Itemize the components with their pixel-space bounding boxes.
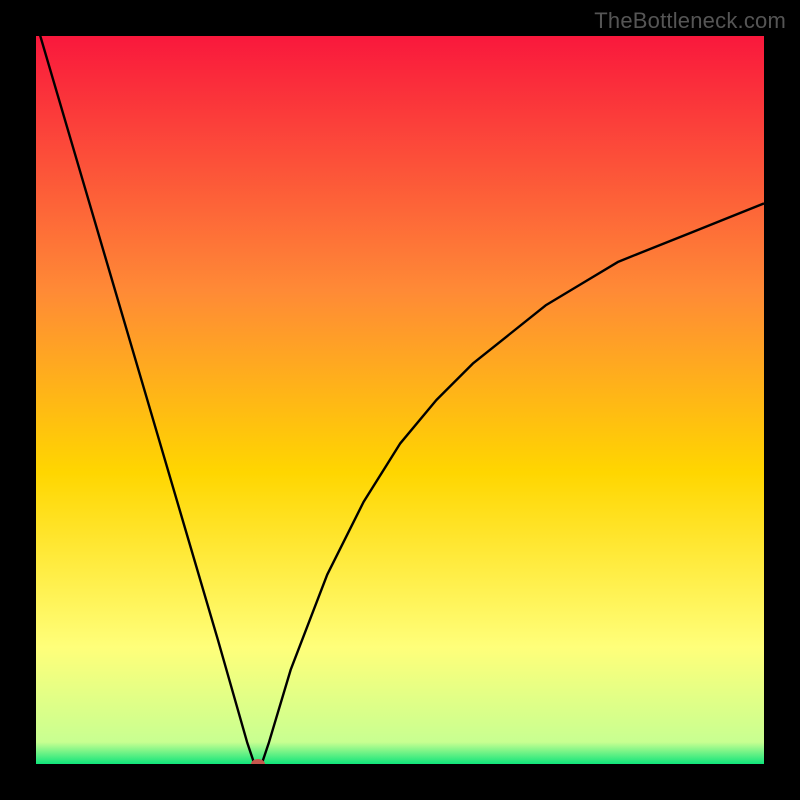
chart-container: TheBottleneck.com <box>0 0 800 800</box>
bottleneck-curve <box>36 36 764 764</box>
watermark-text: TheBottleneck.com <box>594 8 786 34</box>
plot-area <box>36 36 764 764</box>
